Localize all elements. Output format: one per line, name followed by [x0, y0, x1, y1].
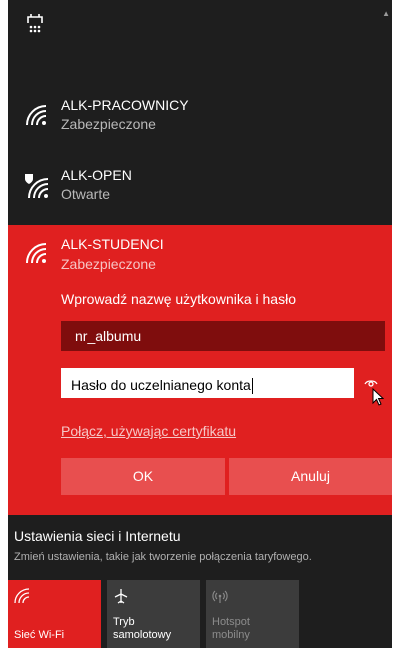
tile-label-line2: mobilny [212, 629, 250, 641]
ethernet-icon [25, 14, 45, 41]
tile-label: Tryb samolotowy [113, 616, 171, 642]
tile-label-line1: Hotspot [212, 616, 250, 628]
mouse-pointer-icon [372, 387, 385, 411]
settings-link[interactable]: Ustawienia sieci i Internetu [14, 528, 181, 544]
wifi-icon [14, 588, 30, 609]
network-item[interactable]: ALK-OPEN Otwarte [8, 155, 392, 219]
network-settings[interactable]: Ustawienia sieci i Internetu Zmień ustaw… [8, 515, 392, 575]
certificate-link[interactable]: Połącz, używając certyfikatu [61, 423, 236, 439]
network-name: ALK-PRACOWNICY [61, 97, 189, 113]
network-status: Zabezpieczone [61, 116, 156, 132]
ok-button[interactable]: OK [61, 458, 225, 495]
wifi-toggle-tile[interactable]: Sieć Wi-Fi [8, 580, 101, 648]
tile-label-line2: samolotowy [113, 629, 172, 641]
network-item[interactable]: ALK-PRACOWNICY Zabezpieczone [8, 85, 392, 149]
settings-description: Zmień ustawienia, takie jak tworzenie po… [14, 551, 312, 563]
network-status: Otwarte [61, 186, 111, 202]
network-flyout: ▲ ▼ ALK-PRACOWNICY Zabezpieczone [8, 0, 392, 648]
tile-label-line1: Tryb [113, 616, 135, 628]
airplane-icon [113, 588, 129, 609]
password-value: Hasło do uczelnianego konta [71, 377, 251, 393]
wifi-secured-icon [24, 103, 48, 132]
tile-label: Sieć Wi-Fi [14, 629, 65, 641]
airplane-mode-tile[interactable]: Tryb samolotowy [107, 580, 200, 648]
wifi-open-shield-icon [24, 173, 50, 204]
wifi-secured-icon [24, 241, 48, 270]
text-caret [251, 378, 253, 395]
tile-label: Hotspot mobilny [212, 616, 250, 642]
network-name: ALK-OPEN [61, 167, 132, 183]
credentials-prompt: Wprowadź nazwę użytkownika i hasło [61, 291, 296, 307]
password-field[interactable]: Hasło do uczelnianego konta [61, 368, 354, 398]
hotspot-icon [212, 588, 228, 609]
scroll-up-icon[interactable]: ▲ [382, 10, 390, 18]
mobile-hotspot-tile[interactable]: Hotspot mobilny [206, 580, 299, 648]
flyout-top [8, 0, 392, 64]
network-item-expanded[interactable]: ALK-STUDENCI Zabezpieczone Wprowadź nazw… [8, 225, 392, 515]
network-name: ALK-STUDENCI [61, 236, 164, 252]
cancel-button[interactable]: Anuluj [229, 458, 392, 495]
username-value: nr_albumu [75, 328, 142, 344]
username-field[interactable]: nr_albumu [61, 321, 385, 351]
network-status: Zabezpieczone [61, 256, 156, 272]
